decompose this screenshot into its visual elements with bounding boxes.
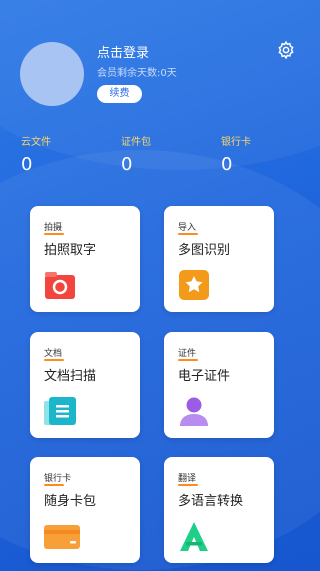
card-tag-underline (178, 233, 198, 235)
feature-card-photo-text[interactable]: 拍摄 拍照取字 (30, 206, 140, 312)
login-link[interactable]: 点击登录 (97, 42, 149, 61)
card-tag: 银行卡 (44, 474, 72, 484)
feature-card-e-id[interactable]: 证件 电子证件 (164, 332, 274, 438)
translate-icon (180, 522, 208, 551)
card-tag: 拍摄 (44, 223, 63, 233)
card-title: 电子证件 (178, 369, 231, 384)
stat-bank-cards[interactable]: 银行卡 0 (221, 133, 251, 175)
feature-card-card-wallet[interactable]: 银行卡 随身卡包 (30, 457, 140, 563)
card-tag-underline (44, 484, 64, 486)
card-tag: 翻译 (178, 474, 197, 484)
stat-label: 云文件 (21, 137, 51, 148)
stat-value: 0 (21, 154, 33, 175)
card-title: 拍照取字 (44, 243, 97, 258)
stat-label: 证件包 (121, 137, 151, 148)
star-image-icon (179, 270, 209, 300)
stat-value: 0 (121, 154, 133, 175)
document-icon (44, 397, 76, 425)
stat-label: 银行卡 (221, 137, 251, 148)
card-title: 文档扫描 (44, 369, 97, 384)
card-title: 多语言转换 (178, 494, 244, 509)
person-id-icon (180, 397, 208, 426)
card-tag: 文档 (44, 349, 63, 359)
stat-id-pack[interactable]: 证件包 0 (121, 133, 151, 175)
stat-value: 0 (221, 154, 233, 175)
member-days-text: 会员剩余天数:0天 (97, 68, 177, 79)
camera-icon (45, 272, 75, 299)
card-tag-underline (44, 359, 64, 361)
card-tag-underline (44, 233, 64, 235)
feature-card-translate[interactable]: 翻译 多语言转换 (164, 457, 274, 563)
renew-button[interactable]: 续费 (97, 85, 142, 103)
stat-cloud-files[interactable]: 云文件 0 (21, 133, 51, 175)
feature-card-doc-scan[interactable]: 文档 文档扫描 (30, 332, 140, 438)
card-tag: 证件 (178, 349, 197, 359)
card-tag-underline (178, 359, 198, 361)
card-tag-underline (178, 484, 198, 486)
bank-card-icon (44, 525, 80, 549)
avatar[interactable] (20, 42, 84, 106)
feature-card-multi-image[interactable]: 导入 多图识别 (164, 206, 274, 312)
card-tag: 导入 (178, 223, 197, 233)
gear-icon (278, 40, 294, 60)
settings-button[interactable] (276, 40, 296, 60)
card-title: 多图识别 (178, 243, 231, 258)
card-title: 随身卡包 (44, 494, 97, 509)
